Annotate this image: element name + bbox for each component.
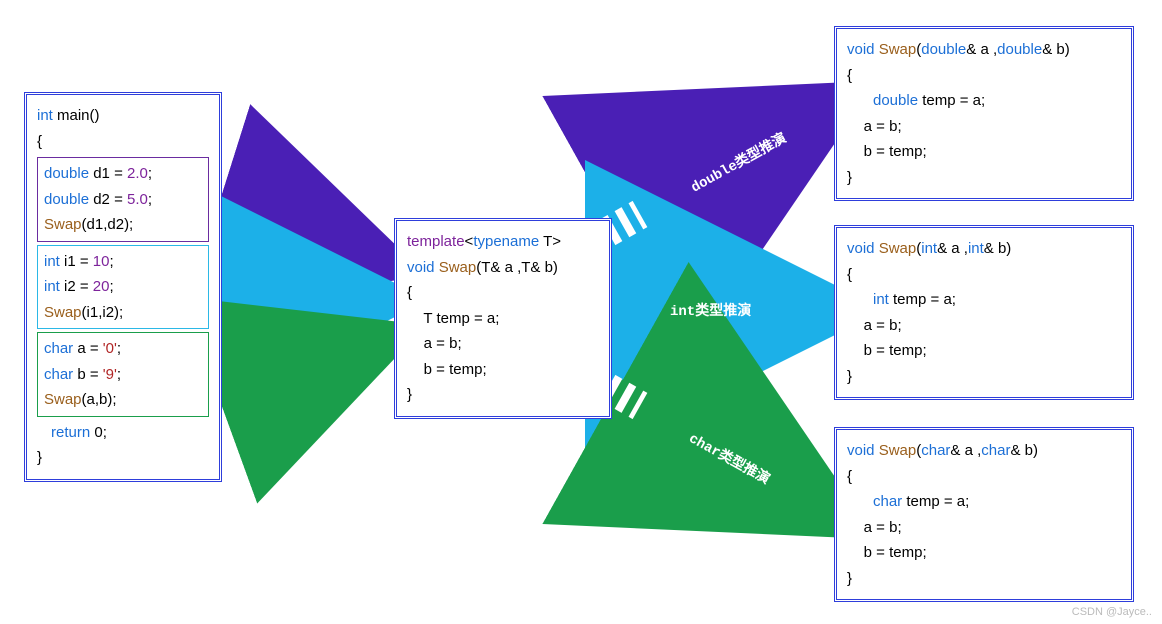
arrow-main-double-to-template bbox=[220, 210, 385, 262]
kw-int: int bbox=[37, 107, 53, 124]
arrow-label-char: char类型推演 bbox=[686, 428, 774, 489]
watermark: CSDN @Jayce.. bbox=[1072, 606, 1152, 618]
arrow-main-char-to-template bbox=[220, 340, 385, 400]
fn-main: main bbox=[57, 107, 90, 124]
main-code-box: int main() { double d1 = 2.0; double d2 … bbox=[24, 92, 222, 482]
block-double: double d1 = 2.0; double d2 = 5.0; Swap(d… bbox=[37, 157, 209, 242]
arrow-label-double: double类型推演 bbox=[687, 127, 790, 196]
output-int-box: void Swap(int& a ,int& b) { int temp = a… bbox=[834, 225, 1134, 400]
block-int: int i1 = 10; int i2 = 20; Swap(i1,i2); bbox=[37, 245, 209, 330]
block-char: char a = '0'; char b = '9'; Swap(a,b); bbox=[37, 332, 209, 417]
output-char-box: void Swap(char& a ,char& b) { char temp … bbox=[834, 427, 1134, 602]
template-code-box: template<typename T> void Swap(T& a ,T& … bbox=[394, 218, 612, 419]
arrow-label-int: int类型推演 bbox=[670, 300, 751, 320]
output-double-box: void Swap(double& a ,double& b) { double… bbox=[834, 26, 1134, 201]
